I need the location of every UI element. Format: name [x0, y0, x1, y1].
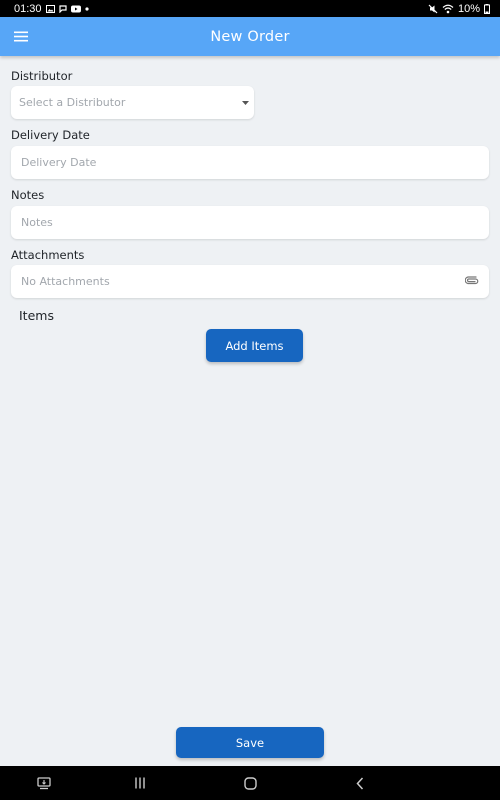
wifi-icon [442, 4, 454, 14]
page-title: New Order [210, 28, 290, 45]
dropdown-caret-icon [241, 100, 249, 106]
notes-placeholder: Notes [21, 216, 53, 229]
app-bar: New Order [0, 17, 500, 56]
distributor-select[interactable]: Select a Distributor [11, 86, 254, 119]
delivery-date-field[interactable]: Delivery Date [11, 146, 489, 179]
battery-percent: 10% [457, 2, 480, 15]
mute-icon [428, 4, 438, 14]
delivery-date-label: Delivery Date [11, 128, 90, 142]
attachments-label: Attachments [11, 248, 85, 262]
attachments-field[interactable]: No Attachments [11, 265, 489, 298]
home-icon[interactable] [235, 766, 265, 800]
screen-share-icon[interactable] [29, 766, 59, 800]
status-time: 01:30 [14, 2, 42, 15]
hamburger-menu-icon[interactable] [10, 25, 32, 47]
youtube-icon [70, 5, 81, 13]
notes-field[interactable]: Notes [11, 206, 489, 239]
save-button[interactable]: Save [176, 727, 324, 758]
status-left: 01:30 [14, 3, 89, 15]
add-items-label: Add Items [225, 338, 284, 353]
notes-label: Notes [11, 188, 45, 202]
distributor-label: Distributor [11, 69, 73, 83]
status-right: 10% [428, 3, 490, 15]
chat-icon [58, 4, 67, 13]
paperclip-icon[interactable] [464, 275, 480, 290]
status-bar: 01:30 10% [0, 0, 500, 17]
battery-low-icon [484, 3, 490, 14]
add-items-button[interactable]: Add Items [206, 329, 303, 362]
distributor-placeholder: Select a Distributor [19, 96, 126, 109]
attachments-value: No Attachments [21, 275, 110, 288]
recent-apps-icon[interactable] [125, 766, 155, 800]
delivery-date-placeholder: Delivery Date [21, 156, 97, 169]
gallery-icon [45, 4, 55, 13]
system-nav-bar [0, 766, 500, 800]
save-label: Save [235, 735, 265, 750]
dot-icon [84, 6, 89, 11]
back-icon[interactable] [345, 766, 375, 800]
items-heading: Items [19, 308, 54, 323]
